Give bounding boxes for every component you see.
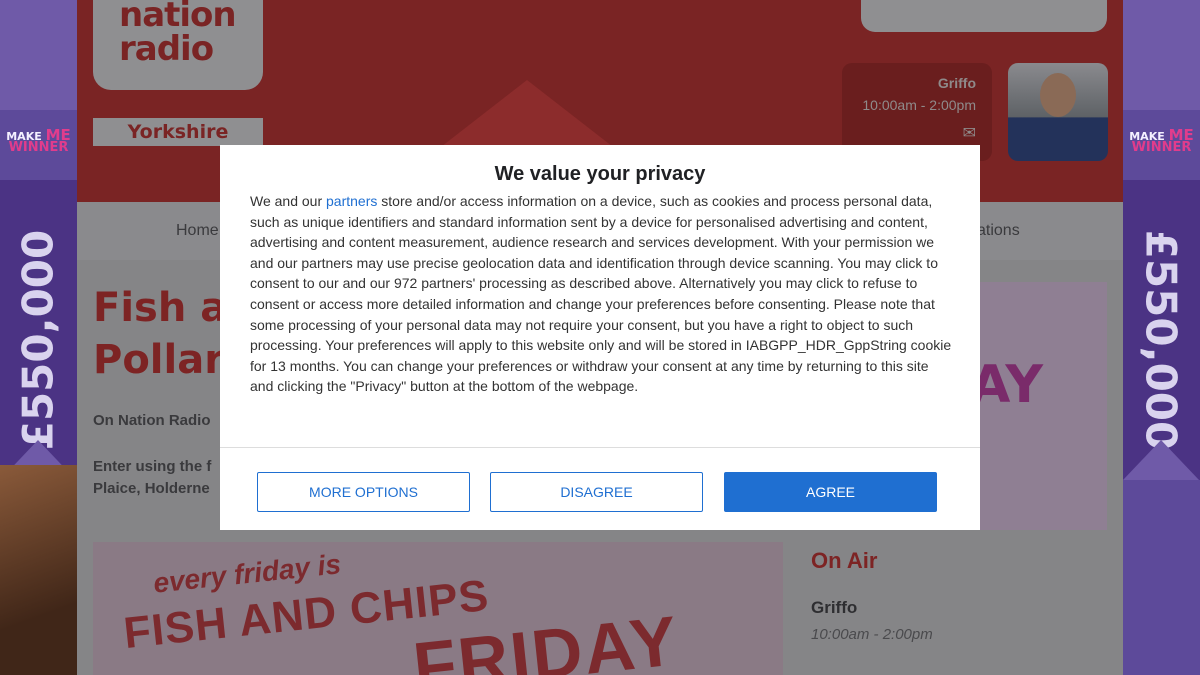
envelope-icon[interactable]: ✉ [963,123,976,143]
right-side-ad[interactable]: MAKE ME WINNER £550,000 [1123,0,1200,675]
article-subtitle: On Nation Radio [93,412,211,429]
make-me-winner-logo: MAKE ME WINNER [1129,126,1194,155]
on-air-heading: On Air [811,548,878,573]
partners-link[interactable]: partners [326,193,377,209]
prize-amount: £550,000 [1136,229,1186,451]
left-side-ad[interactable]: MAKE ME WINNER £550,000 [0,0,77,675]
presenter-head [1040,73,1076,117]
ad-background [1123,0,1200,110]
dialog-body: We and our partners store and/or access … [250,191,955,397]
dialog-title: We value your privacy [494,163,706,185]
agree-button[interactable]: AGREE [724,472,937,512]
on-air-time: 10:00am - 2:00pm [811,626,933,643]
presenter-photo [1008,63,1108,161]
presenter-time: 10:00am - 2:00pm [862,97,976,113]
disagree-button[interactable]: DISAGREE [490,472,703,512]
ad-triangle [1123,440,1199,480]
ad-background [0,0,77,110]
listen-live-player[interactable] [861,0,1107,32]
nav-home[interactable]: Home [176,222,219,240]
region-label: Yorkshire [93,118,263,146]
on-air-presenter[interactable]: Griffo [811,598,857,618]
nav-stations[interactable]: ations [977,222,1020,240]
presenter-name: Griffo [937,75,976,91]
prize-amount: £550,000 [13,229,63,451]
ad-photo [0,465,77,675]
more-options-button[interactable]: MORE OPTIONS [257,472,470,512]
header-decoration [437,80,617,150]
body-text-rest: store and/or access information on a dev… [250,193,952,395]
dialog-divider [220,447,980,448]
fish-chips-banner: every friday is FISH AND CHIPS FRIDAY [93,542,783,675]
make-me-winner-logo: MAKE ME WINNER [6,126,71,155]
privacy-consent-dialog: We value your privacy We and our partner… [220,145,980,530]
logo-text: nation radio [119,0,237,69]
body-text-start: We and our [250,193,327,209]
